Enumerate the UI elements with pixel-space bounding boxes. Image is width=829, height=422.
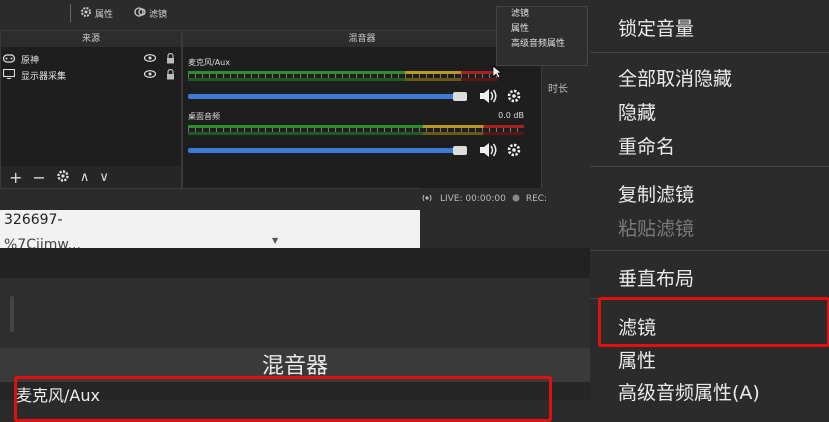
lock-icon[interactable] <box>166 68 175 83</box>
rec-timer: REC: <box>525 194 548 204</box>
gear-icon <box>80 6 92 21</box>
small-context-menu: 滤镜 属性 高级音频属性 <box>496 6 588 66</box>
gear-icon[interactable] <box>506 142 522 162</box>
highlight-box-filters <box>598 297 829 347</box>
move-up-button[interactable]: ∧ <box>80 170 90 185</box>
lock-icon[interactable] <box>166 52 175 67</box>
menu-item-rename[interactable]: 重命名 <box>618 132 675 159</box>
track-name: 桌面音频 <box>188 112 220 121</box>
splitter-handle[interactable] <box>10 296 14 332</box>
mixer-title: 混音器 <box>183 31 541 47</box>
sources-panel: 来源 原神 显示器采集 + − ∧ ∨ <box>0 30 182 189</box>
source-label: 显示器采集 <box>21 72 67 82</box>
mixer-track-desktop: 桌面音频 0.0 dB <box>188 111 528 161</box>
volume-slider[interactable] <box>188 94 458 99</box>
monitor-icon <box>2 68 16 82</box>
menu-item-advanced-audio[interactable]: 高级音频属性 <box>497 37 587 52</box>
menu-item-copy-filters[interactable]: 复制滤镜 <box>618 180 694 207</box>
dock-bar <box>0 248 590 278</box>
menu-item-hide[interactable]: 隐藏 <box>618 98 656 125</box>
menu-separator <box>590 52 829 53</box>
live-timer: LIVE: 00:00:00 <box>440 194 506 204</box>
text-line: 326697- <box>4 212 63 228</box>
status-bar: LIVE: 00:00:00 REC: <box>420 188 590 210</box>
filter-icon <box>134 6 146 21</box>
context-menu: 锁定音量 全部取消隐藏 隐藏 重命名 复制滤镜 粘贴滤镜 垂直布局 滤镜 属性 … <box>590 0 829 404</box>
side-tab-label: 时长 <box>548 84 568 95</box>
volume-meter-secondary <box>188 132 524 135</box>
source-item[interactable]: 显示器采集 <box>2 68 179 83</box>
highlight-box-track <box>14 376 552 422</box>
move-down-button[interactable]: ∨ <box>99 170 109 185</box>
menu-item-unhide-all[interactable]: 全部取消隐藏 <box>618 64 732 91</box>
menu-item-filters[interactable]: 滤镜 <box>497 7 587 22</box>
add-source-button[interactable]: + <box>9 168 22 187</box>
remove-source-button[interactable]: − <box>32 168 45 187</box>
broadcast-icon <box>420 192 434 207</box>
source-label: 原神 <box>21 56 40 66</box>
record-dot-icon <box>512 194 520 205</box>
menu-separator <box>590 250 829 251</box>
menu-item-vertical-layout[interactable]: 垂直布局 <box>618 264 694 291</box>
speaker-icon[interactable] <box>478 141 498 163</box>
mixer-track-mic: 麦克风/Aux <box>188 57 528 107</box>
eye-icon[interactable] <box>143 70 157 81</box>
eye-icon[interactable] <box>143 54 157 65</box>
volume-meter-secondary <box>188 78 498 81</box>
volume-slider[interactable] <box>188 148 458 153</box>
toolbar-separator <box>70 4 71 22</box>
menu-item-paste-filters: 粘贴滤镜 <box>618 218 695 240</box>
speaker-icon[interactable] <box>478 87 498 109</box>
menu-item-advanced-audio[interactable]: 高级音频属性(A) <box>618 378 760 405</box>
menu-separator <box>590 166 829 167</box>
mixer-panel: 混音器 麦克风/Aux 桌面音频 0.0 dB <box>182 30 542 189</box>
menu-item-properties[interactable]: 属性 <box>497 22 587 37</box>
track-name: 麦克风/Aux <box>188 58 230 67</box>
slider-handle[interactable] <box>453 92 467 101</box>
source-item[interactable]: 原神 <box>2 52 179 67</box>
filters-label: 滤镜 <box>149 9 168 20</box>
filters-button[interactable]: 滤镜 <box>134 4 167 22</box>
menu-item-lock-volume[interactable]: 锁定音量 <box>618 14 694 41</box>
scroll-down-arrow-icon[interactable]: ▼ <box>272 236 278 245</box>
gear-icon[interactable] <box>506 88 522 108</box>
properties-label: 属性 <box>95 9 114 20</box>
gamepad-icon <box>2 53 16 66</box>
slider-handle[interactable] <box>453 146 467 155</box>
sources-toolbar: + − ∧ ∨ <box>1 166 181 188</box>
menu-item-properties[interactable]: 属性 <box>618 346 656 373</box>
toolbar: 属性 滤镜 <box>0 0 190 26</box>
source-settings-icon[interactable] <box>56 168 70 187</box>
properties-button[interactable]: 属性 <box>80 4 113 22</box>
dock-area <box>0 278 590 348</box>
cursor-icon <box>492 64 503 83</box>
sources-title: 来源 <box>1 31 181 47</box>
text-area[interactable]: 326697- %7Cijmw... <box>0 210 420 249</box>
track-level: 0.0 dB <box>498 111 524 120</box>
